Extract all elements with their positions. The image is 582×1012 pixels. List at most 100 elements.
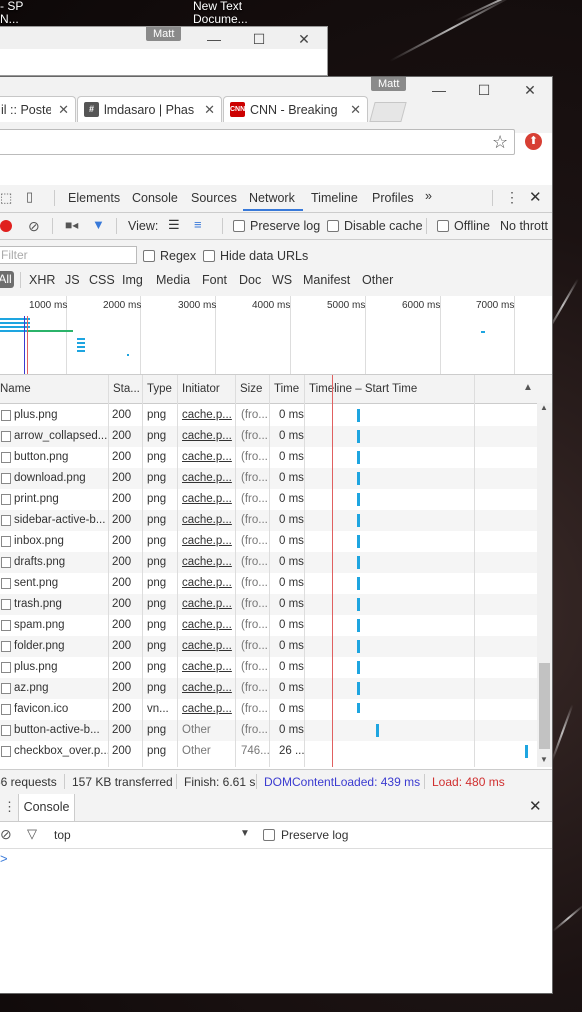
throttling-select[interactable]: No thrott xyxy=(500,219,548,233)
cell-status: 200 xyxy=(112,661,132,673)
filter-type-doc[interactable]: Doc xyxy=(239,273,261,287)
screenshot-camera-icon[interactable]: ■◂ xyxy=(65,218,78,232)
filter-type-js[interactable]: JS xyxy=(65,273,80,287)
bookmark-star-icon[interactable]: ☆ xyxy=(492,132,508,153)
cell-initiator[interactable]: cache.p... xyxy=(182,594,235,615)
cell-initiator[interactable]: cache.p... xyxy=(182,447,235,468)
filter-input[interactable]: Filter xyxy=(0,246,137,264)
cell-initiator[interactable]: cache.p... xyxy=(182,531,235,552)
cell-initiator[interactable]: cache.p... xyxy=(182,552,235,573)
chevron-down-icon[interactable]: ▼ xyxy=(240,828,250,839)
large-rows-icon[interactable]: ☰ xyxy=(168,217,180,233)
cell-initiator[interactable]: cache.p... xyxy=(182,489,235,510)
cell-initiator[interactable]: cache.p... xyxy=(182,636,235,657)
filter-type-all[interactable]: All xyxy=(0,271,14,288)
browser-titlebar[interactable]: Matt — ☐ ✕ il :: Poste ✕ # lmdasaro | Ph… xyxy=(0,77,552,133)
new-tab-button[interactable] xyxy=(369,102,407,122)
clear-icon[interactable]: ⊘ xyxy=(28,218,40,235)
filter-type-img[interactable]: Img xyxy=(122,273,143,287)
browser-window[interactable]: Matt — ☐ ✕ il :: Poste ✕ # lmdasaro | Ph… xyxy=(0,76,553,994)
cell-initiator[interactable]: cache.p... xyxy=(182,405,235,426)
filter-type-css[interactable]: CSS xyxy=(89,273,115,287)
tab-mail[interactable]: il :: Poste ✕ xyxy=(0,96,76,122)
minimize-icon[interactable]: — xyxy=(202,30,226,48)
cell-size: (fro... xyxy=(241,640,268,652)
close-icon[interactable]: ✕ xyxy=(518,81,542,99)
tab-network[interactable]: Network xyxy=(249,191,295,205)
console-output[interactable]: > xyxy=(0,849,552,993)
waterfall-view-icon[interactable]: ≡ xyxy=(194,217,202,232)
tab-sources[interactable]: Sources xyxy=(191,191,237,205)
tab-close-icon[interactable]: ✕ xyxy=(58,97,69,122)
network-overview[interactable]: 1000 ms 2000 ms 3000 ms 4000 ms 5000 ms … xyxy=(0,296,552,375)
tab-cnn[interactable]: CNN CNN - Breaking ✕ xyxy=(223,96,368,122)
filter-type-font[interactable]: Font xyxy=(202,273,227,287)
console-prompt[interactable]: > xyxy=(0,851,8,866)
cell-initiator[interactable]: cache.p... xyxy=(182,468,235,489)
column-name[interactable]: Name xyxy=(0,375,109,403)
column-time[interactable]: Time xyxy=(270,375,305,403)
filter-type-other[interactable]: Other xyxy=(362,273,393,287)
maximize-icon[interactable]: ☐ xyxy=(247,30,271,48)
close-devtools-icon[interactable]: ✕ xyxy=(529,188,542,206)
column-size[interactable]: Size xyxy=(236,375,270,403)
devtools-menu-icon[interactable]: ⋮ xyxy=(505,189,519,206)
filter-type-ws[interactable]: WS xyxy=(272,273,292,287)
profile-badge[interactable]: Matt xyxy=(146,27,182,41)
sort-ascending-icon[interactable]: ▲ xyxy=(523,382,533,393)
tab-phaser[interactable]: # lmdasaro | Phas ✕ xyxy=(77,96,222,122)
more-panels-icon[interactable]: » xyxy=(425,189,432,203)
record-icon[interactable] xyxy=(0,220,12,232)
cell-initiator[interactable]: cache.p... xyxy=(182,678,235,699)
address-bar[interactable] xyxy=(0,129,515,155)
desktop-icon-label-new-text-document[interactable]: New Text Docume... xyxy=(193,0,248,26)
cell-initiator[interactable]: Other xyxy=(182,720,235,741)
background-window[interactable]: Matt — ☐ ✕ xyxy=(0,26,328,76)
maximize-icon[interactable]: ☐ xyxy=(472,81,496,99)
hide-data-urls-checkbox[interactable] xyxy=(203,250,215,262)
tab-close-icon[interactable]: ✕ xyxy=(350,97,361,122)
scroll-down-icon[interactable]: ▼ xyxy=(540,755,548,764)
profile-badge[interactable]: Matt xyxy=(371,77,407,91)
minimize-icon[interactable]: — xyxy=(427,81,451,99)
column-timeline[interactable]: Timeline – Start Time xyxy=(305,375,475,403)
preserve-log-checkbox[interactable] xyxy=(263,829,275,841)
cell-initiator[interactable]: Other xyxy=(182,741,235,762)
preserve-log-checkbox[interactable] xyxy=(233,220,245,232)
device-mode-icon[interactable]: ▯ xyxy=(26,189,33,205)
tab-close-icon[interactable]: ✕ xyxy=(204,97,215,122)
filter-type-manifest[interactable]: Manifest xyxy=(303,273,350,287)
cell-initiator[interactable]: cache.p... xyxy=(182,510,235,531)
filter-type-xhr[interactable]: XHR xyxy=(29,273,55,287)
offline-checkbox[interactable] xyxy=(437,220,449,232)
cell-initiator[interactable]: cache.p... xyxy=(182,426,235,447)
tab-timeline[interactable]: Timeline xyxy=(311,191,358,205)
filter-icon[interactable]: ▽ xyxy=(27,826,37,842)
tab-elements[interactable]: Elements xyxy=(68,191,120,205)
column-status[interactable]: Sta... xyxy=(109,375,143,403)
scroll-up-icon[interactable]: ▲ xyxy=(540,403,548,412)
cell-initiator[interactable]: cache.p... xyxy=(182,573,235,594)
filter-icon[interactable]: ▼ xyxy=(92,217,105,232)
scrollbar-thumb[interactable] xyxy=(539,663,550,749)
context-select[interactable]: top xyxy=(54,828,71,842)
tab-profiles[interactable]: Profiles xyxy=(372,191,414,205)
drawer-tab-console[interactable]: Console xyxy=(18,794,75,821)
drawer-menu-icon[interactable]: ⋮ xyxy=(3,799,16,815)
cell-initiator[interactable]: cache.p... xyxy=(182,699,235,720)
inspect-element-icon[interactable]: ⬚ xyxy=(0,190,12,206)
column-initiator[interactable]: Initiator xyxy=(178,375,236,403)
disable-cache-checkbox[interactable] xyxy=(327,220,339,232)
desktop-icon-label-left[interactable]: - SP N... xyxy=(0,0,23,26)
close-drawer-icon[interactable]: ✕ xyxy=(529,797,542,815)
background-window-titlebar[interactable]: Matt — ☐ ✕ xyxy=(0,27,327,49)
clear-console-icon[interactable]: ⊘ xyxy=(0,826,12,843)
close-icon[interactable]: ✕ xyxy=(292,30,316,48)
tab-console[interactable]: Console xyxy=(132,191,178,205)
regex-checkbox[interactable] xyxy=(143,250,155,262)
cell-initiator[interactable]: cache.p... xyxy=(182,657,235,678)
extension-icon[interactable]: ⬆ xyxy=(525,133,542,150)
cell-initiator[interactable]: cache.p... xyxy=(182,615,235,636)
column-type[interactable]: Type xyxy=(143,375,178,403)
filter-type-media[interactable]: Media xyxy=(156,273,190,287)
